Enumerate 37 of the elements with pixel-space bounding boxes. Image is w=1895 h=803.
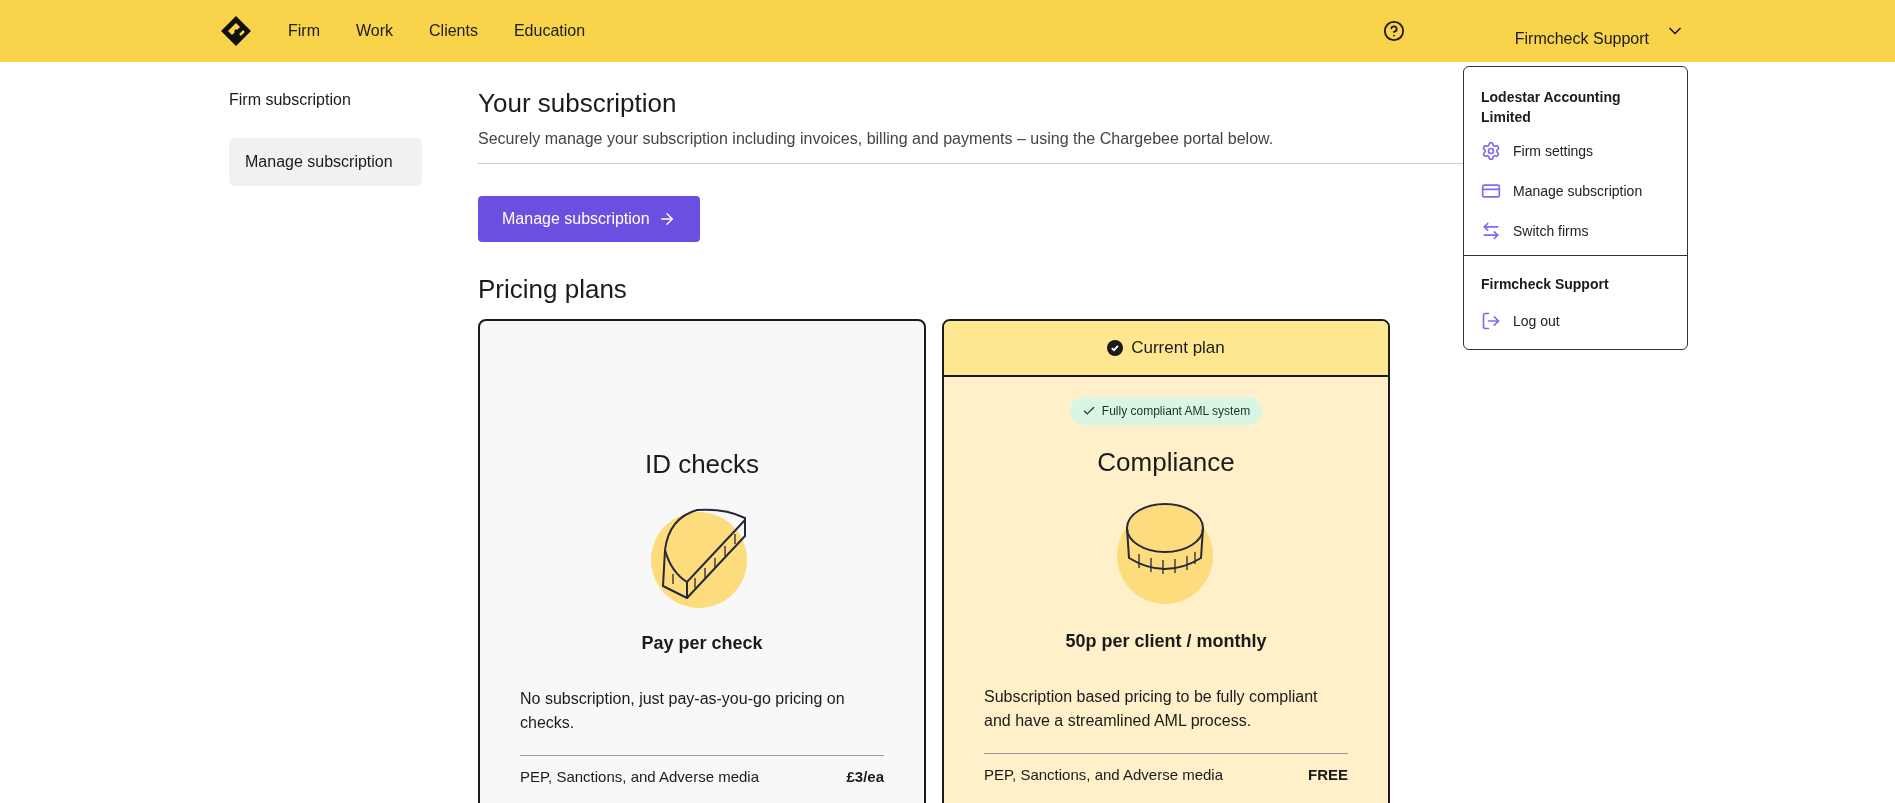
plan-price: Pay per check bbox=[641, 632, 763, 655]
nav-link[interactable]: Firm bbox=[288, 19, 320, 43]
feature-label: PEP, Sanctions, and Adverse media bbox=[520, 767, 760, 787]
page-title: Your subscription bbox=[478, 87, 678, 120]
user-name: Firmcheck Support bbox=[1481, 275, 1610, 294]
page-subtitle: Securely manage your subscription including invoices, billing and payments – using the Chargebee portal below. bbox=[478, 129, 1275, 149]
feature-price: £3/ea bbox=[846, 767, 884, 787]
current-plan-label: Current plan bbox=[1131, 337, 1225, 360]
settings-icon bbox=[1481, 141, 1501, 161]
user-menu-button[interactable]: Firmcheck Support bbox=[1514, 11, 1685, 51]
plan-description: Subscription based pricing to be fully compliant and have a streamlined AML process. bbox=[984, 687, 1319, 731]
plan-price: 50p per client / monthly bbox=[1065, 630, 1267, 653]
logout-icon bbox=[1481, 311, 1501, 331]
switch-arrows-icon bbox=[1481, 221, 1501, 241]
nav-link[interactable]: Education bbox=[513, 19, 586, 43]
plan-description: No subscription, just pay-as-you-go pricing on checks. bbox=[520, 689, 846, 733]
menu-item[interactable]: Switch firms bbox=[1481, 217, 1670, 245]
firm-name: Lodestar Accounting Limited bbox=[1481, 88, 1622, 127]
feature-label: PEP, Sanctions, and Adverse media bbox=[984, 765, 1224, 785]
plan-name: ID checks bbox=[644, 448, 760, 481]
menu-item[interactable]: Firm settings bbox=[1481, 137, 1670, 165]
nav-link[interactable]: Clients bbox=[429, 19, 478, 43]
section-title: Pricing plans bbox=[478, 273, 628, 306]
logout-item[interactable]: Log out bbox=[1481, 307, 1670, 335]
check-icon bbox=[1081, 404, 1096, 418]
sidebar-title: Firm subscription bbox=[229, 90, 352, 110]
sidebar-item[interactable]: Manage subscription bbox=[229, 138, 422, 186]
plan-name: Compliance bbox=[1097, 446, 1235, 479]
logo-icon[interactable] bbox=[219, 14, 253, 48]
feature-price: FREE bbox=[1308, 765, 1348, 785]
nav-link[interactable]: Work bbox=[356, 19, 394, 43]
manage-subscription-button[interactable]: Manage subscription bbox=[478, 196, 700, 242]
credit-card-icon bbox=[1481, 181, 1501, 201]
badge-text: Fully compliant AML system bbox=[1101, 403, 1251, 420]
check-circle-icon bbox=[1107, 340, 1124, 356]
menu-item[interactable]: Manage subscription bbox=[1481, 177, 1670, 205]
help-icon[interactable] bbox=[1382, 20, 1405, 42]
